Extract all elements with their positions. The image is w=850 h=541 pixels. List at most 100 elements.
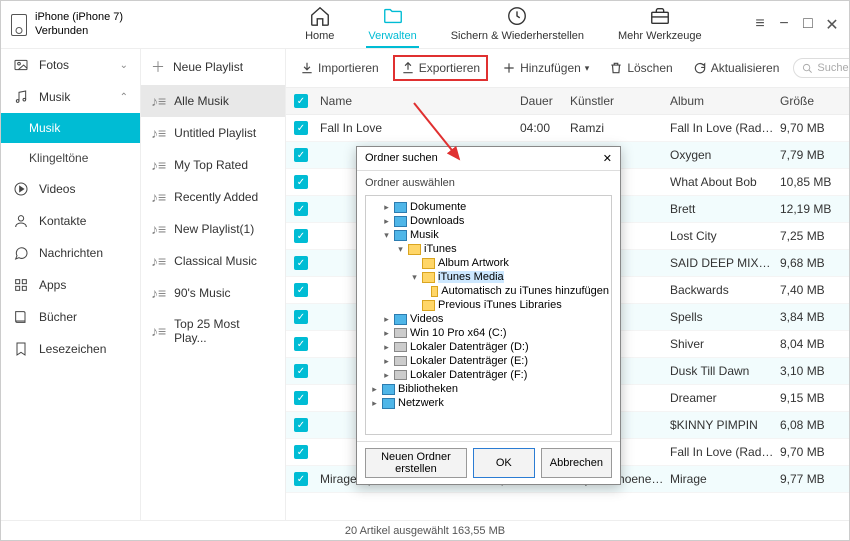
row-checkbox[interactable]: ✓ xyxy=(294,445,308,459)
sidebar-contacts[interactable]: Kontakte xyxy=(1,205,140,237)
trash-icon xyxy=(609,61,623,75)
tree-downloads[interactable]: ▸Downloads xyxy=(368,214,609,228)
row-checkbox[interactable]: ✓ xyxy=(294,364,308,378)
cell-size: 3,84 MB xyxy=(780,310,840,324)
toolbar: Importieren Exportieren Hinzufügen ▾ Lös… xyxy=(286,49,849,88)
folder-icon xyxy=(394,314,407,325)
tree-music[interactable]: ▾Musik xyxy=(368,228,609,242)
playlist-90s[interactable]: ♪≡90's Music xyxy=(141,277,285,309)
cell-artist: Ramzi xyxy=(570,121,670,135)
delete-button[interactable]: Löschen xyxy=(603,57,678,79)
folder-tree[interactable]: ▸Dokumente ▸Downloads ▾Musik ▾iTunes Alb… xyxy=(365,195,612,435)
cancel-button[interactable]: Abbrechen xyxy=(541,448,612,478)
row-checkbox[interactable]: ✓ xyxy=(294,418,308,432)
row-checkbox[interactable]: ✓ xyxy=(294,202,308,216)
playlist-top25[interactable]: ♪≡Top 25 Most Play... xyxy=(141,309,285,353)
playlist-classical[interactable]: ♪≡Classical Music xyxy=(141,245,285,277)
cell-album: Fall In Love (Radio... xyxy=(670,445,780,459)
sidebar-music-sub[interactable]: Musik xyxy=(1,113,140,143)
playlist-icon: ♪≡ xyxy=(151,157,166,173)
sidebar-books[interactable]: Bücher xyxy=(1,301,140,333)
network-icon xyxy=(382,398,395,409)
sidebar-videos[interactable]: Videos xyxy=(1,173,140,205)
tree-album-artwork[interactable]: Album Artwork xyxy=(368,256,609,270)
cell-album: SAID DEEP MIXTAP... xyxy=(670,256,780,270)
sidebar-photos[interactable]: Fotos ⌄ xyxy=(1,49,140,81)
playlist-recent[interactable]: ♪≡Recently Added xyxy=(141,181,285,213)
select-all-checkbox[interactable]: ✓ xyxy=(294,94,308,108)
row-checkbox[interactable]: ✓ xyxy=(294,229,308,243)
playlist-icon: ♪≡ xyxy=(151,285,166,301)
col-name[interactable]: Name xyxy=(320,94,520,108)
chevron-up-icon: ⌃ xyxy=(120,92,128,103)
dialog-close-button[interactable]: ✕ xyxy=(603,152,612,165)
tree-drive-e[interactable]: ▸Lokaler Datenträger (E:) xyxy=(368,354,609,368)
add-button[interactable]: Hinzufügen ▾ xyxy=(496,57,595,79)
bookmarks-icon xyxy=(13,341,29,357)
row-checkbox[interactable]: ✓ xyxy=(294,283,308,297)
close-button[interactable]: ✕ xyxy=(825,15,839,35)
nav-tools[interactable]: Mehr Werkzeuge xyxy=(616,1,704,48)
col-album[interactable]: Album xyxy=(670,94,780,108)
tree-itunes-media[interactable]: ▾iTunes Media xyxy=(368,270,609,284)
cell-album: Lost City xyxy=(670,229,780,243)
sidebar-categories: Fotos ⌄ Musik ⌃ Musik Klingeltöne Videos… xyxy=(1,49,141,520)
maximize-button[interactable]: □ xyxy=(801,15,815,35)
playlist-untitled[interactable]: ♪≡Untitled Playlist xyxy=(141,117,285,149)
tree-documents[interactable]: ▸Dokumente xyxy=(368,200,609,214)
sidebar-messages[interactable]: Nachrichten xyxy=(1,237,140,269)
search-input[interactable]: Suchen xyxy=(793,58,849,78)
playlist-new1[interactable]: ♪≡New Playlist(1) xyxy=(141,213,285,245)
export-button[interactable]: Exportieren xyxy=(393,55,488,81)
sidebar-ringtones[interactable]: Klingeltöne xyxy=(1,143,140,173)
nav-backup[interactable]: Sichern & Wiederherstellen xyxy=(449,1,586,48)
export-icon xyxy=(401,61,415,75)
minimize-button[interactable]: − xyxy=(777,15,791,35)
tree-itunes[interactable]: ▾iTunes xyxy=(368,242,609,256)
tree-drive-d[interactable]: ▸Lokaler Datenträger (D:) xyxy=(368,340,609,354)
sidebar-music[interactable]: Musik ⌃ xyxy=(1,81,140,113)
sidebar-apps[interactable]: Apps xyxy=(1,269,140,301)
playlist-all[interactable]: ♪≡Alle Musik xyxy=(141,85,285,117)
col-size[interactable]: Größe xyxy=(780,94,840,108)
import-button[interactable]: Importieren xyxy=(294,57,385,79)
books-icon xyxy=(13,309,29,325)
tree-auto-add[interactable]: Automatisch zu iTunes hinzufügen xyxy=(368,284,609,298)
cell-size: 9,68 MB xyxy=(780,256,840,270)
dialog-title: Ordner suchen xyxy=(365,152,438,165)
cell-size: 9,77 MB xyxy=(780,472,840,486)
refresh-button[interactable]: Aktualisieren xyxy=(687,57,786,79)
playlist-top-rated[interactable]: ♪≡My Top Rated xyxy=(141,149,285,181)
row-checkbox[interactable]: ✓ xyxy=(294,148,308,162)
folder-icon xyxy=(408,244,421,255)
tree-videos[interactable]: ▸Videos xyxy=(368,312,609,326)
device-name: iPhone (iPhone 7) xyxy=(35,11,123,24)
playlist-new[interactable]: ＋Neue Playlist xyxy=(141,49,285,85)
folder-icon xyxy=(422,258,435,269)
col-duration[interactable]: Dauer xyxy=(520,94,570,108)
sidebar-bookmarks[interactable]: Lesezeichen xyxy=(1,333,140,365)
tree-libraries[interactable]: ▸Bibliotheken xyxy=(368,382,609,396)
tree-previous[interactable]: Previous iTunes Libraries xyxy=(368,298,609,312)
nav-home[interactable]: Home xyxy=(303,1,336,48)
nav-manage[interactable]: Verwalten xyxy=(366,1,418,48)
folder-icon xyxy=(394,202,407,213)
row-checkbox[interactable]: ✓ xyxy=(294,175,308,189)
tree-drive-f[interactable]: ▸Lokaler Datenträger (F:) xyxy=(368,368,609,382)
row-checkbox[interactable]: ✓ xyxy=(294,472,308,486)
chevron-down-icon: ⌄ xyxy=(120,60,128,71)
row-checkbox[interactable]: ✓ xyxy=(294,391,308,405)
menu-icon[interactable]: ≡ xyxy=(753,15,767,35)
tree-win10[interactable]: ▸Win 10 Pro x64 (C:) xyxy=(368,326,609,340)
apps-icon xyxy=(13,277,29,293)
row-checkbox[interactable]: ✓ xyxy=(294,310,308,324)
col-artist[interactable]: Künstler xyxy=(570,94,670,108)
table-row[interactable]: ✓Fall In Love04:00RamziFall In Love (Rad… xyxy=(286,115,849,142)
row-checkbox[interactable]: ✓ xyxy=(294,256,308,270)
ok-button[interactable]: OK xyxy=(473,448,535,478)
row-checkbox[interactable]: ✓ xyxy=(294,121,308,135)
tree-network[interactable]: ▸Netzwerk xyxy=(368,396,609,410)
cell-album: Spells xyxy=(670,310,780,324)
new-folder-button[interactable]: Neuen Ordner erstellen xyxy=(365,448,467,478)
row-checkbox[interactable]: ✓ xyxy=(294,337,308,351)
